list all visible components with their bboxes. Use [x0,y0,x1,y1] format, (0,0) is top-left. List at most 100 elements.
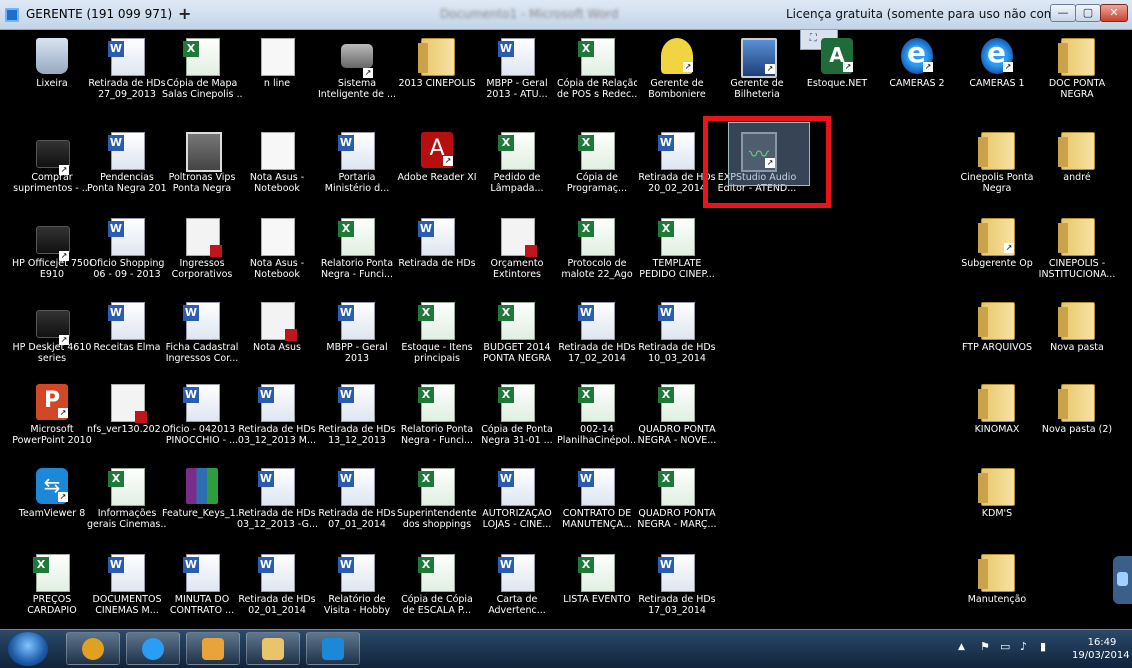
desktop-icon-comprar-suprimentos[interactable]: Comprarsuprimentos - ... [12,132,92,202]
desktop-icon-kinomax[interactable]: KINOMAX [957,384,1037,454]
desktop-icon-retirada-hds-02-01[interactable]: Retirada de HDs02_01_2014 [237,554,317,624]
desktop-icon-mbpp-geral-2013-atu[interactable]: MBPP - Geral2013 - ATU... [477,38,557,108]
desktop-icon-retirada-hds-10-03[interactable]: Retirada de HDs10_03_2014 [637,302,717,372]
desktop-icon-doc-ponta-negra[interactable]: DOC PONTA NEGRA [1037,38,1117,108]
desktop-icon-cinepolis-institucional[interactable]: CINEPOLIS - INSTITUCIONA... [1037,218,1117,288]
desktop-icon-retirada-hds-27-09[interactable]: Retirada de HDs27_09_2013 [87,38,167,108]
desktop-icon-relatorio-visita[interactable]: Relatório deVisita - Hobby [317,554,397,624]
maximize-button[interactable]: ▢ [1075,4,1101,22]
desktop-icon-orcamento-extintores[interactable]: Orçamento Extintores [477,218,557,288]
desktop-icon-poltronas-vips[interactable]: Poltronas Vips Ponta Negra [162,132,242,202]
desktop-icon-cameras-2[interactable]: CAMERAS 2 [877,36,957,108]
desktop-icon-gerente-bomboniere[interactable]: Gerente deBomboniere [637,38,717,108]
desktop-icon-copia-escala[interactable]: Cópia de Cópiade ESCALA P... [397,554,477,624]
desktop-icon-estoque-net[interactable]: Estoque.NET [797,38,877,108]
desktop-icon-2013-cinepolis[interactable]: 2013 CINEPOLIS [397,38,477,108]
desktop-icon-retirada-hds-17-02[interactable]: Retirada de HDs17_02_2014 [557,302,637,372]
desktop-icon-nfs-ver130[interactable]: nfs_ver130.202... [87,384,167,454]
desktop-icon-retirada-hds-13-12[interactable]: Retirada de HDs13_12_2013 [317,384,397,454]
desktop-icon-relatorio-ponta-negra-2[interactable]: Relatorio PontaNegra - Funci... [397,384,477,454]
desktop-icon-autorizacao-lojas[interactable]: AUTORIZAÇÃOLOJAS - CINE... [477,468,557,538]
desktop-icon-cinepolis-ponta-negra[interactable]: Cinepolis Ponta Negra [957,132,1037,202]
desktop-icon-protocolo-malote[interactable]: Protocolo demalote 22_Ago [557,218,637,288]
desktop-icon-retirada-hds[interactable]: Retirada de HDs [397,218,477,288]
desktop-icon-kdms[interactable]: KDM'S [957,468,1037,538]
desktop-icon-planilha-cinepol[interactable]: 002-14PlanilhaCinépol... [557,384,637,454]
desktop-icon-lixeira[interactable]: Lixeira [12,38,92,108]
desktop-icon-receitas-elma[interactable]: Receitas Elma [87,302,167,372]
taskbar-outlook-button[interactable] [186,632,240,665]
desktop-icon-nota-asus-notebook-1[interactable]: Nota Asus - Notebook [237,132,317,202]
desktop-icon-teamviewer-8[interactable]: TeamViewer 8 [12,468,92,538]
label-line: Retirada de HDs [318,508,396,519]
clock-time[interactable]: 16:49 [1080,637,1124,648]
desktop-icon-copia-programac[interactable]: Cópia deProgramaç... [557,132,637,202]
desktop-icon-nova-pasta[interactable]: Nova pasta [1037,302,1117,372]
desktop-icon-copia-ponta-negra[interactable]: Cópia de PontaNegra 31-01 ... [477,384,557,454]
desktop-icon-copia-mapa-salas[interactable]: Cópia de MapaSalas Cinepolis ... [162,38,242,108]
taskbar-internet-explorer-button[interactable] [126,632,180,665]
desktop-icon-powerpoint-2010[interactable]: MicrosoftPowerPoint 2010 [12,384,92,454]
desktop-icon-pendencias-ponta-negra[interactable]: PendenciasPonta Negra 2013 [87,132,167,202]
volume-icon[interactable]: ♪ [1020,641,1032,653]
desktop-icon-documentos-cinemas[interactable]: DOCUMENTOSCINEMAS M... [87,554,167,624]
desktop-icon-superintendentes[interactable]: Superintendentesdos shoppings [397,468,477,538]
desktop-icon-manutencao[interactable]: Manutenção [957,554,1037,624]
network-icon[interactable]: ▭ [1000,641,1012,653]
desktop-icon-adobe-reader[interactable]: Adobe Reader XI [397,132,477,202]
desktop-icon-mbpp-geral-2013[interactable]: MBPP - Geral2013 [317,302,397,372]
desktop-icon-label: Protocolo de malote 22_Ago [557,258,637,280]
action-center-flag-icon[interactable]: ⚑ [980,641,992,653]
desktop-icon-carta-advertenc[interactable]: Carta deAdvertenc... [477,554,557,624]
minimize-button[interactable]: — [1050,4,1076,22]
desktop-icon-retirada-hds-03-12-g[interactable]: Retirada de HDs03_12_2013 -G... [237,468,317,538]
desktop-icon-oficio-042013[interactable]: Oficio - 042013 -PINOCCHIO - ... [162,384,242,454]
clock-date[interactable]: 19/03/2014 [1072,650,1130,661]
power-icon[interactable]: ▮ [1040,641,1052,653]
taskbar-teamviewer-button[interactable] [306,632,360,665]
desktop-icon-budget-2014[interactable]: BUDGET 2014PONTA NEGRA [477,302,557,372]
desktop-icon-precos-cardapio[interactable]: PREÇOSCARDAPIO [12,554,92,624]
desktop-icon-oficio-shopping[interactable]: Oficio Shopping06 - 09 - 2013 [87,218,167,288]
label-line: Estoque - Itens [401,342,473,353]
desktop-icon-lista-evento[interactable]: LISTA EVENTO [557,554,637,624]
desktop-icon-informacoes-gerais[interactable]: Informaçõesgerais Cinemas... [87,468,167,538]
desktop-icon-ficha-cadastral[interactable]: Ficha CadastralIngressos Cor... [162,302,242,372]
desktop-icon-subgerente-op[interactable]: Subgerente Op [957,218,1037,288]
desktop-icon-nota-asus[interactable]: Nota Asus [237,302,317,372]
desktop-icon-gerente-bilheteria[interactable]: Gerente deBilheteria [717,38,797,108]
desktop-icon-quadro-ponta-negra-mar[interactable]: QUADRO PONTANEGRA - MARÇ... [637,468,717,538]
desktop-icon-retirada-hds-17-03[interactable]: Retirada de HDs17_03_2014 [637,554,717,624]
desktop-icon-nota-asus-notebook-2[interactable]: Nota Asus - Notebook [237,218,317,288]
desktop-icon-minuta-contrato[interactable]: MINUTA DOCONTRATO ... [162,554,242,624]
desktop-icon-feature-keys[interactable]: Feature_Keys_1... [162,468,242,538]
teamviewer-side-tab[interactable] [1113,556,1132,604]
desktop-icon-pedido-lampada[interactable]: Pedido deLâmpada... [477,132,557,202]
desktop-icon-template-pedido[interactable]: TEMPLATEPEDIDO CINEP... [637,218,717,288]
desktop-icon-copia-relacao-pos[interactable]: Cópia de Relaçãode POS s Redec... [557,38,637,108]
desktop-icon-retirada-hds-07-01[interactable]: Retirada de HDs07_01_2014 [317,468,397,538]
desktop-icon-ftp-arquivos[interactable]: FTP ARQUIVOS [957,302,1037,372]
close-button[interactable]: ✕ [1100,4,1128,22]
taskbar-chrome-button[interactable] [66,632,120,665]
desktop-icon-hp-officejet-7500[interactable]: HP Officejet 7500E910 [12,218,92,288]
desktop-icon-estoque-itens[interactable]: Estoque - Itensprincipais [397,302,477,372]
desktop-icon-hp-deskjet-4610[interactable]: HP Deskjet 4610series [12,302,92,372]
label-line: PowerPoint 2010 [12,435,92,446]
desktop-icon-cameras-1[interactable]: CAMERAS 1 [957,36,1037,108]
desktop-icon-ingressos-corporativos[interactable]: Ingressos Corporativos [162,218,242,288]
desktop-icon-label: Retirada de HDs 13_12_2013 [317,424,397,446]
desktop-icon-portaria-ministerio[interactable]: PortariaMinistério d... [317,132,397,202]
desktop-icon-sistema-inteligente[interactable]: SistemaInteligente de ... [317,38,397,108]
start-button[interactable] [8,632,48,666]
taskbar-file-explorer-button[interactable] [246,632,300,665]
show-hidden-icons-button[interactable]: ▲ [958,642,965,652]
desktop-icon-relatorio-ponta-negra-1[interactable]: Relatorio PontaNegra - Funci... [317,218,397,288]
desktop-icon-contrato-manutencao[interactable]: CONTRATO DEMANUTENÇÃ... [557,468,637,538]
desktop-icon-quadro-ponta-negra-nov[interactable]: QUADRO PONTANEGRA - NOVE... [637,384,717,454]
desktop-icon-nova-pasta-2[interactable]: Nova pasta (2) [1037,384,1117,454]
add-tab-button[interactable]: + [178,4,191,23]
desktop-icon-andre[interactable]: andré [1037,132,1117,202]
desktop-icon-retirada-hds-03-12-m[interactable]: Retirada de HDs03_12_2013 M... [237,384,317,454]
desktop-icon-n-line[interactable]: n line [237,38,317,108]
